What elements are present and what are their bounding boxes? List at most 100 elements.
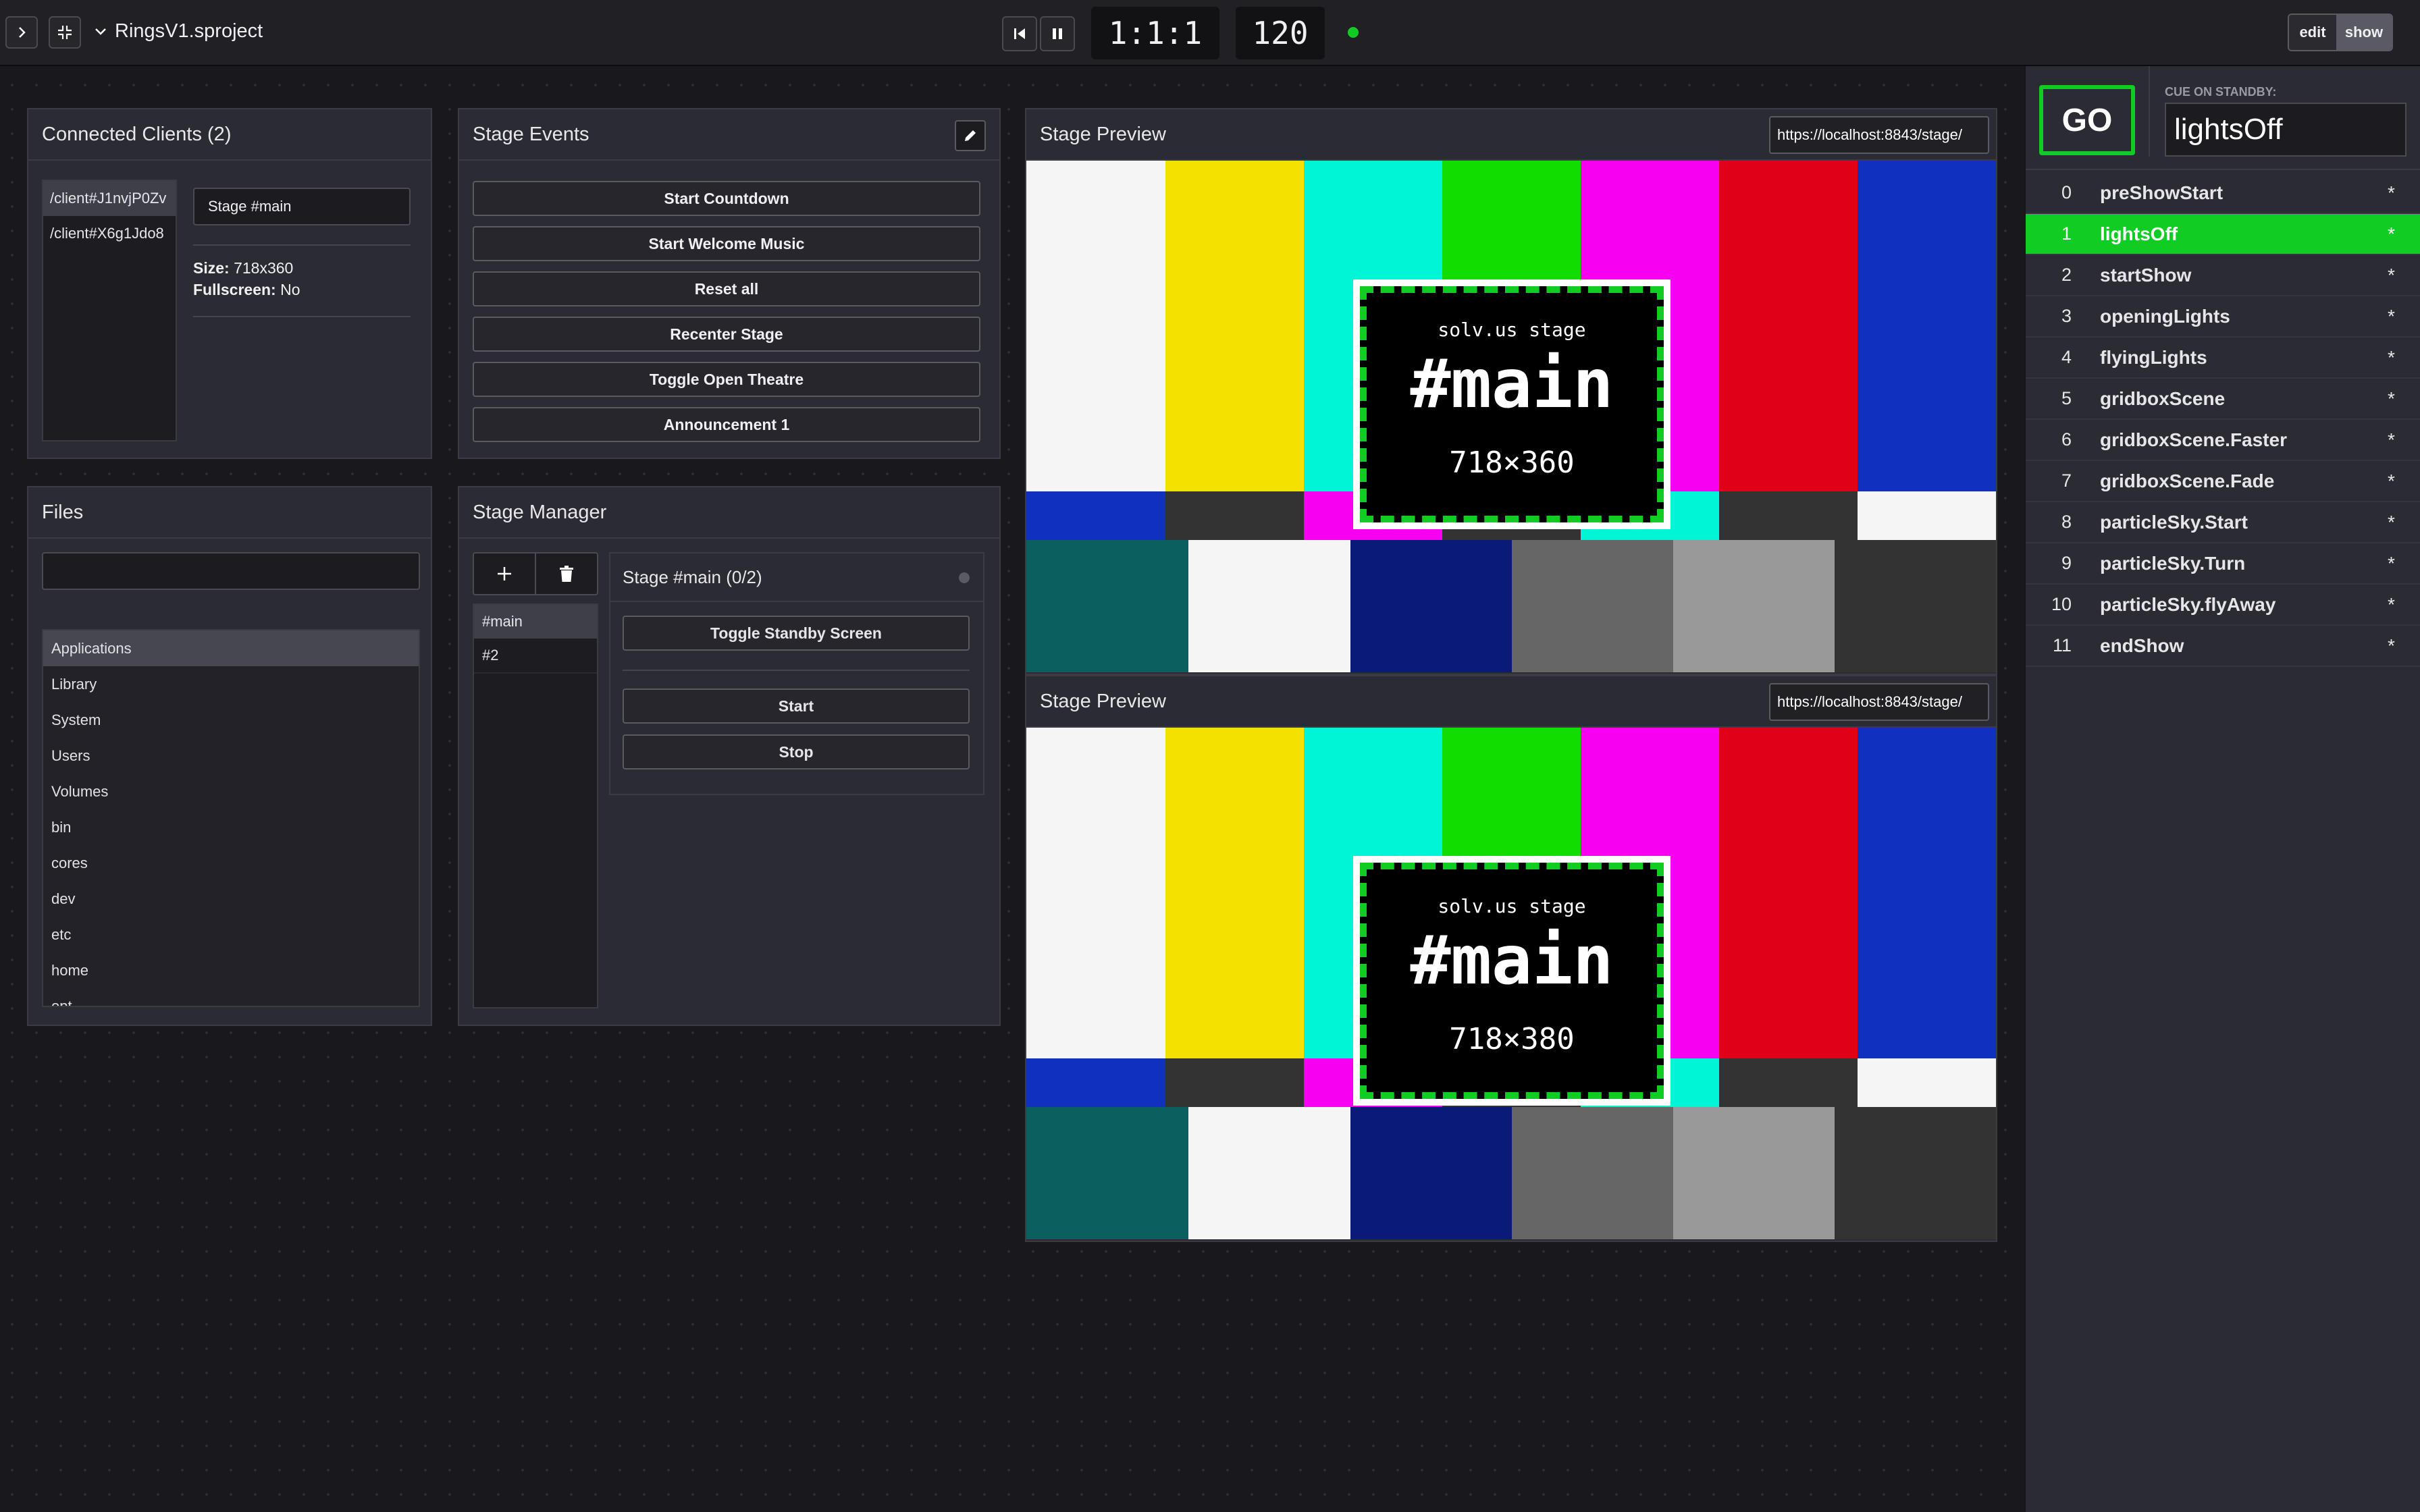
client-item[interactable]: /client#J1nvjP0Zv [43, 181, 176, 216]
edit-events-button[interactable] [955, 120, 986, 151]
add-stage-button[interactable] [474, 554, 536, 594]
color-bar [1026, 728, 1165, 1058]
color-bar [1165, 728, 1304, 1058]
file-item[interactable]: cores [43, 845, 419, 881]
cue-name: flyingLights [2100, 346, 2207, 368]
stage-select[interactable]: Stage #main [193, 188, 411, 225]
stage-list-item[interactable]: #2 [474, 639, 597, 674]
cue-number: 0 [2061, 182, 2072, 202]
cue-number: 9 [2061, 553, 2072, 573]
plus-icon [498, 567, 511, 580]
connection-status-dot [1348, 27, 1359, 38]
rewind-button[interactable] [1002, 16, 1037, 51]
file-item[interactable]: dev [43, 881, 419, 917]
file-item[interactable]: Users [43, 738, 419, 774]
collapse-icon [58, 26, 72, 39]
cue-row[interactable]: 8 particleSky.Start * [2026, 502, 2420, 543]
panel-title: Stage Events [459, 109, 999, 161]
expand-sidebar-button[interactable] [5, 16, 38, 49]
color-bar [1512, 1107, 1673, 1239]
cue-row[interactable]: 0 preShowStart * [2026, 173, 2420, 214]
divider [193, 316, 411, 317]
standby-cue-field[interactable]: lightsOff [2165, 103, 2406, 157]
cue-list: 0 preShowStart * 1 lightsOff * 2 startShow * 3 ope… [2026, 173, 2420, 713]
color-bar [1026, 1058, 1165, 1107]
divider [2149, 66, 2150, 157]
cue-row[interactable]: 1 lightsOff * [2026, 214, 2420, 255]
mode-switch: edit show [2288, 14, 2393, 51]
color-bar [1026, 1107, 1188, 1239]
mode-show-button[interactable]: show [2336, 15, 2392, 50]
project-name[interactable]: RingsV1.sproject [115, 20, 263, 43]
toggle-standby-button[interactable]: Toggle Standby Screen [623, 616, 970, 651]
cue-name: startShow [2100, 264, 2192, 286]
stage-list-item[interactable]: #main [474, 605, 597, 639]
event-button[interactable]: Recenter Stage [473, 317, 980, 352]
stop-button[interactable]: Stop [623, 734, 970, 770]
event-button[interactable]: Start Countdown [473, 181, 980, 216]
event-button[interactable]: Announcement 1 [473, 407, 980, 442]
color-bar [1858, 491, 1996, 540]
cue-row[interactable]: 4 flyingLights * [2026, 338, 2420, 379]
chevron-down-icon[interactable] [93, 24, 108, 39]
position-display: 1:1:1 [1091, 7, 1219, 59]
preview-url-field[interactable]: https://localhost:8843/stage/ [1769, 683, 1989, 721]
color-bar [1719, 728, 1858, 1058]
go-button[interactable]: GO [2039, 85, 2135, 155]
client-size: Size: 718x360 [193, 259, 294, 277]
connected-clients-panel: Connected Clients (2) /client#J1nvjP0Zv … [27, 108, 432, 459]
cue-row[interactable]: 9 particleSky.Turn * [2026, 543, 2420, 585]
preview-url-field[interactable]: https://localhost:8843/stage/ [1769, 116, 1989, 154]
client-fullscreen: Fullscreen: No [193, 281, 300, 298]
file-item[interactable]: Library [43, 666, 419, 702]
files-panel: Files Applications Library System Users … [27, 486, 432, 1026]
pencil-icon [965, 130, 976, 141]
cue-row[interactable]: 7 gridboxScene.Fade * [2026, 461, 2420, 502]
color-bar [1188, 1107, 1350, 1239]
cue-flag: * [2388, 593, 2395, 615]
cue-name: lightsOff [2100, 223, 2178, 244]
cue-row[interactable]: 11 endShow * [2026, 626, 2420, 667]
pause-icon [1053, 28, 1062, 39]
event-button[interactable]: Toggle Open Theatre [473, 362, 980, 397]
color-bar [1026, 491, 1165, 540]
file-search-input[interactable] [42, 552, 420, 590]
cue-row[interactable]: 3 openingLights * [2026, 296, 2420, 338]
pause-button[interactable] [1040, 16, 1075, 51]
stage-preview-panel: Stage Preview https://localhost:8843/sta… [1025, 108, 1997, 675]
file-item[interactable]: Volumes [43, 774, 419, 809]
cue-flag: * [2388, 511, 2395, 533]
stage-toolbar [473, 552, 598, 595]
file-item[interactable]: bin [43, 809, 419, 845]
cue-number: 8 [2061, 512, 2072, 532]
file-item[interactable]: opt [43, 988, 419, 1006]
color-bar [1026, 540, 1188, 672]
panel-title: Connected Clients (2) [28, 109, 431, 161]
event-button[interactable]: Reset all [473, 271, 980, 306]
stage-name: #main [1410, 344, 1614, 423]
client-item[interactable]: /client#X6g1Jdo8 [43, 216, 176, 251]
cue-number: 7 [2061, 470, 2072, 491]
color-bar [1165, 491, 1304, 540]
cue-row[interactable]: 5 gridboxScene * [2026, 379, 2420, 420]
cue-flag: * [2388, 387, 2395, 409]
file-item[interactable]: Applications [43, 630, 419, 666]
delete-stage-button[interactable] [536, 554, 597, 594]
color-bar [1858, 161, 1996, 491]
cue-row[interactable]: 2 startShow * [2026, 255, 2420, 296]
start-button[interactable]: Start [623, 688, 970, 724]
collapse-button[interactable] [49, 16, 81, 49]
file-item[interactable]: home [43, 952, 419, 988]
cue-number: 3 [2061, 306, 2072, 326]
tempo-display[interactable]: 120 [1236, 7, 1325, 59]
file-item[interactable]: etc [43, 917, 419, 952]
color-bar [1350, 1107, 1512, 1239]
cue-row[interactable]: 6 gridboxScene.Faster * [2026, 420, 2420, 461]
stage-preview-image: solv.us stage #main 718×360 [1026, 161, 1996, 672]
stage-preview-image: solv.us stage #main 718×380 [1026, 728, 1996, 1239]
cue-name: particleSky.flyAway [2100, 593, 2276, 615]
mode-edit-button[interactable]: edit [2289, 15, 2336, 50]
cue-row[interactable]: 10 particleSky.flyAway * [2026, 585, 2420, 626]
file-item[interactable]: System [43, 702, 419, 738]
event-button[interactable]: Start Welcome Music [473, 226, 980, 261]
